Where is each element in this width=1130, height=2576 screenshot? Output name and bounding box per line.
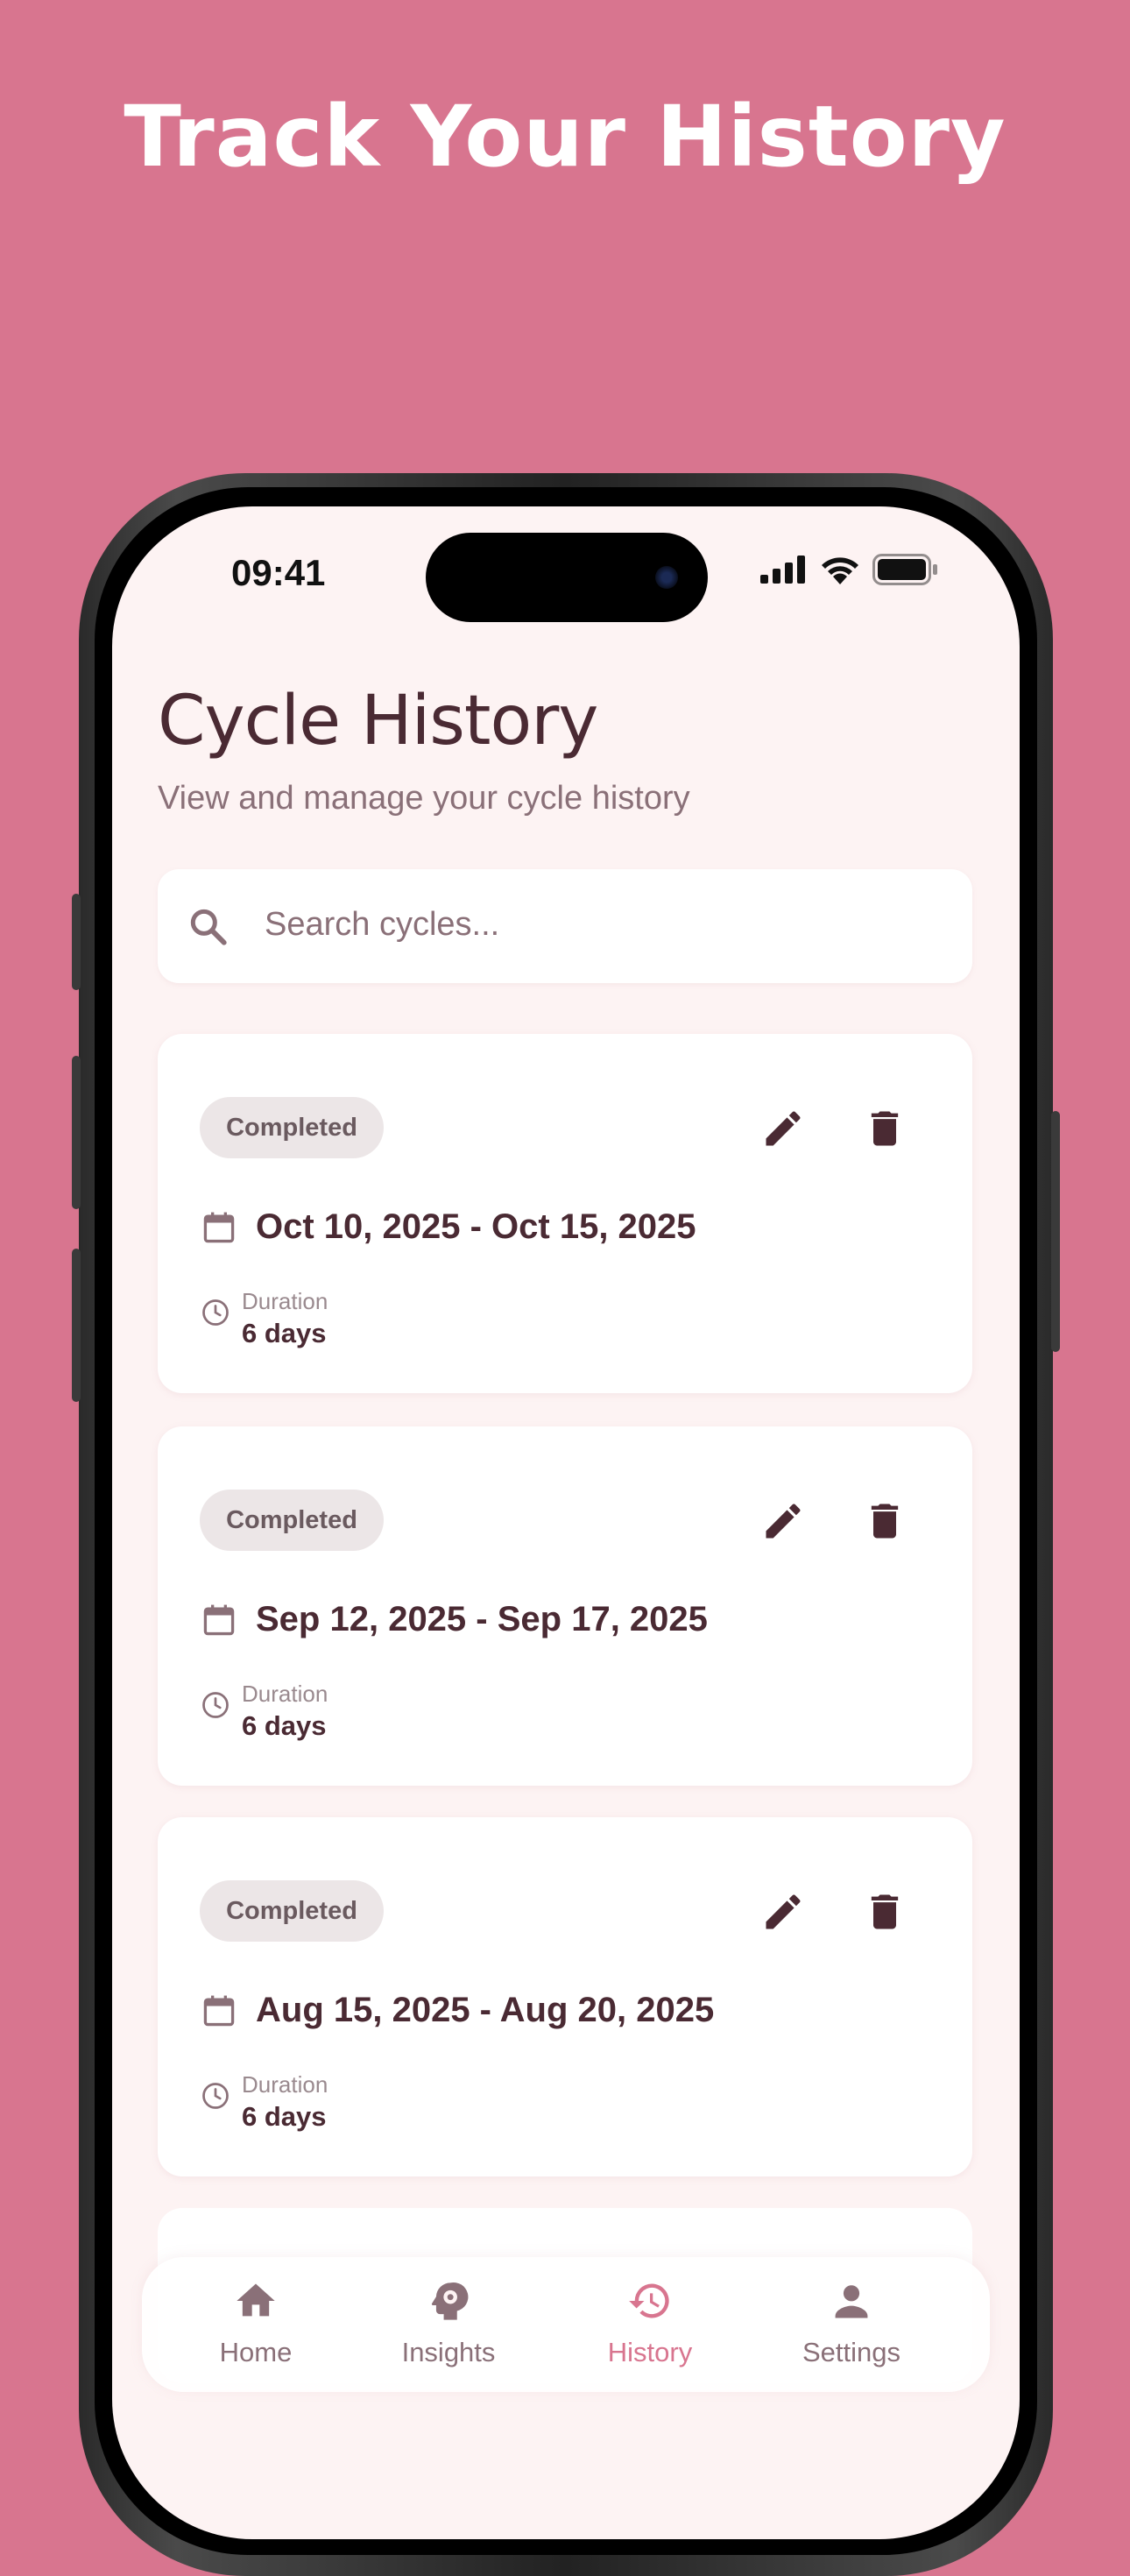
search-placeholder: Search cycles... <box>265 906 500 943</box>
duration-label: Duration <box>242 2071 328 2098</box>
edit-icon[interactable] <box>760 1106 806 1151</box>
nav-label-insights: Insights <box>401 2337 496 2367</box>
front-camera <box>655 566 678 589</box>
calendar-icon <box>203 1212 235 1242</box>
nav-label-settings: Settings <box>802 2337 900 2367</box>
clock-icon <box>202 2083 229 2109</box>
cycle-card[interactable]: Completed Sep 12, 2025 - Sep 17, 2025 Du… <box>158 1426 972 1786</box>
status-badge: Completed <box>200 1490 384 1551</box>
cellular-signal-icon <box>760 556 805 584</box>
date-range-row: Oct 10, 2025 - Oct 15, 2025 <box>200 1207 696 1247</box>
cycle-card[interactable]: Completed Aug 15, 2025 - Aug 20, 2025 Du… <box>158 1817 972 2176</box>
clock-icon <box>202 1299 229 1326</box>
page-title: Cycle History <box>158 682 598 761</box>
date-range: Sep 12, 2025 - Sep 17, 2025 <box>256 1600 708 1638</box>
nav-label-home: Home <box>219 2337 293 2367</box>
volume-down-button <box>72 1249 81 1402</box>
duration-label: Duration <box>242 1288 328 1314</box>
battery-icon <box>872 554 937 585</box>
cycle-card[interactable]: Completed Oct 10, 2025 - Oct 15, 2025 Du… <box>158 1034 972 1393</box>
delete-icon[interactable] <box>862 1106 908 1151</box>
volume-up-button <box>72 1056 81 1209</box>
delete-icon[interactable] <box>862 1889 908 1935</box>
brain-gear-icon <box>431 2282 469 2320</box>
home-icon <box>237 2283 275 2317</box>
marketing-headline: Track Your History <box>124 88 1006 186</box>
history-icon <box>629 2283 669 2318</box>
action-button <box>72 894 81 990</box>
duration-label: Duration <box>242 1681 328 1707</box>
date-range: Oct 10, 2025 - Oct 15, 2025 <box>256 1207 696 1246</box>
edit-icon[interactable] <box>760 1889 806 1935</box>
dynamic-island <box>426 533 708 622</box>
search-icon <box>190 909 227 945</box>
edit-icon[interactable] <box>760 1498 806 1544</box>
date-range-row: Aug 15, 2025 - Aug 20, 2025 <box>200 1991 714 2030</box>
bottom-navigation: Home Insights History Settings <box>142 2257 990 2392</box>
calendar-icon <box>203 1604 235 1635</box>
date-range: Aug 15, 2025 - Aug 20, 2025 <box>256 1991 715 2029</box>
duration-value: 6 days <box>242 1710 327 1741</box>
status-icons <box>760 554 939 585</box>
search-input[interactable]: Search cycles... <box>158 869 972 983</box>
nav-item-insights[interactable]: Insights <box>361 2278 536 2368</box>
status-time: 09:41 <box>231 552 326 593</box>
person-icon <box>835 2285 868 2318</box>
power-button <box>1051 1111 1060 1352</box>
status-badge: Completed <box>200 1097 384 1158</box>
clock-icon <box>202 1692 229 1718</box>
nav-item-home[interactable]: Home <box>168 2278 343 2368</box>
duration-value: 6 days <box>242 2101 327 2132</box>
phone-screen: 09:41 Cycle History View and manage your… <box>112 506 1020 2539</box>
status-badge: Completed <box>200 1880 384 1942</box>
duration-value: 6 days <box>242 1318 327 1348</box>
date-range-row: Sep 12, 2025 - Sep 17, 2025 <box>200 1600 708 1639</box>
nav-item-settings[interactable]: Settings <box>764 2278 939 2368</box>
nav-item-history[interactable]: History <box>562 2278 738 2368</box>
nav-label-history: History <box>607 2337 693 2367</box>
calendar-icon <box>203 1995 235 2026</box>
wifi-icon <box>822 557 858 584</box>
page-subtitle: View and manage your cycle history <box>158 780 690 817</box>
delete-icon[interactable] <box>862 1498 908 1544</box>
